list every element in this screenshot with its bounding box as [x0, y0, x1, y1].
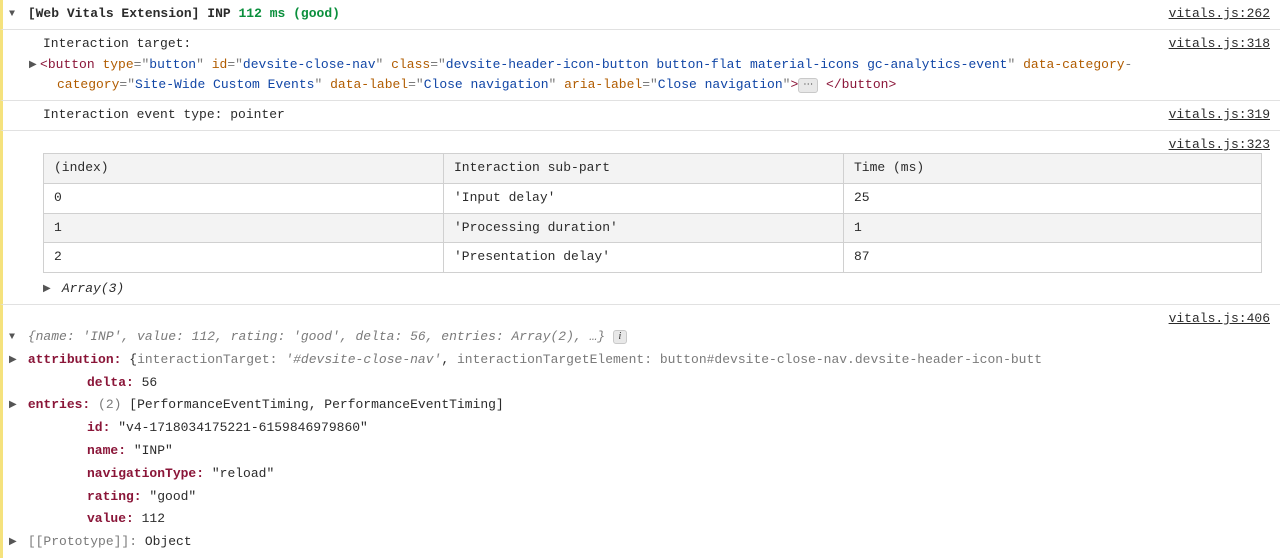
attr-value: Close navigation [658, 77, 783, 92]
cell-index: 1 [44, 213, 444, 243]
source-link[interactable]: vitals.js:323 [1169, 135, 1270, 156]
prop-val: 112 [142, 511, 165, 526]
attr-name: data-label [330, 77, 408, 92]
prop-key: rating: [87, 489, 142, 504]
cell-time: 1 [844, 213, 1262, 243]
prop-val: 56 [142, 375, 158, 390]
prop-key: value: [87, 511, 134, 526]
attr-name: type [102, 57, 133, 72]
attr-name: class [391, 57, 430, 72]
log-line-table: vitals.js:323 (index) Interaction sub-pa… [0, 131, 1280, 305]
table-row: 0 'Input delay' 25 [44, 183, 1262, 213]
ellipsis-badge[interactable]: ⋯ [798, 78, 818, 93]
entries-count: (2) [98, 397, 121, 412]
table-header: (index) [44, 153, 444, 183]
prop-val: "reload" [212, 466, 274, 481]
disclosure-icon[interactable]: ▶ [43, 282, 54, 298]
source-link[interactable]: vitals.js:318 [1169, 34, 1270, 55]
attr-name: category [57, 77, 119, 92]
prop-key: name: [87, 443, 126, 458]
cell-subpart: 'Processing duration' [444, 213, 844, 243]
prop-key: navigationType: [87, 466, 204, 481]
metric-value: 112 ms [238, 6, 285, 21]
attr-value: button [149, 57, 196, 72]
cell-index: 0 [44, 183, 444, 213]
log-line-target: vitals.js:318 Interaction target: ▶<butt… [0, 30, 1280, 101]
prop-key: interactionTargetElement: [457, 352, 652, 367]
attr-value: devsite-close-nav [243, 57, 376, 72]
attr-name: data-category [1023, 57, 1124, 72]
object-summary[interactable]: {name: 'INP', value: 112, rating: 'good'… [28, 329, 605, 344]
brace: { [129, 352, 137, 367]
log-line-object: vitals.js:406 ▼ {name: 'INP', value: 112… [0, 305, 1280, 558]
metric-rating: (good) [293, 6, 340, 21]
interaction-target-label: Interaction target: [9, 34, 1272, 55]
cell-subpart: 'Presentation delay' [444, 243, 844, 273]
breakdown-table: (index) Interaction sub-part Time (ms) 0… [43, 153, 1262, 273]
prop-val: [PerformanceEventTiming, PerformanceEven… [129, 397, 503, 412]
prop-key: attribution: [28, 352, 122, 367]
prop-key: id: [87, 420, 110, 435]
html-close: </button> [818, 77, 896, 92]
attr-value: devsite-header-icon-button button-flat m… [446, 57, 1008, 72]
info-icon[interactable]: i [613, 330, 627, 344]
attr-name: id [212, 57, 228, 72]
prop-key: [[Prototype]]: [28, 534, 137, 549]
html-open: < [40, 57, 48, 72]
table-header: Interaction sub-part [444, 153, 844, 183]
prop-val: button#devsite-close-nav.devsite-header-… [660, 352, 1042, 367]
disclosure-icon[interactable]: ▶ [9, 535, 20, 551]
source-link[interactable]: vitals.js:406 [1169, 309, 1270, 330]
attr-name: aria-label [564, 77, 642, 92]
cell-subpart: 'Input delay' [444, 183, 844, 213]
disclosure-icon[interactable]: ▶ [9, 398, 20, 414]
prop-val: "v4-1718034175221-6159846979860" [118, 420, 368, 435]
prop-key: entries: [28, 397, 90, 412]
prop-val: "INP" [134, 443, 173, 458]
table-header-row: (index) Interaction sub-part Time (ms) [44, 153, 1262, 183]
table-row: 2 'Presentation delay' 87 [44, 243, 1262, 273]
attr-value: Close navigation [424, 77, 549, 92]
table-header: Time (ms) [844, 153, 1262, 183]
prop-val: '#devsite-close-nav' [285, 352, 441, 367]
log-line-event-type: vitals.js:319 Interaction event type: po… [0, 101, 1280, 131]
html-tag: button [48, 57, 95, 72]
disclosure-icon[interactable]: ▶ [29, 58, 40, 74]
event-type-text: Interaction event type: pointer [9, 105, 1272, 126]
cell-index: 2 [44, 243, 444, 273]
disclosure-icon[interactable]: ▼ [9, 7, 20, 23]
prop-key: interactionTarget: [137, 352, 277, 367]
table-row: 1 'Processing duration' 1 [44, 213, 1262, 243]
disclosure-icon[interactable]: ▼ [9, 330, 20, 346]
prop-key: delta: [87, 375, 134, 390]
source-link[interactable]: vitals.js:262 [1169, 4, 1270, 25]
cell-time: 25 [844, 183, 1262, 213]
metric-name: INP [207, 6, 230, 21]
log-line-header: ▼ [Web Vitals Extension] INP 112 ms (goo… [0, 0, 1280, 30]
array-label[interactable]: Array(3) [62, 281, 124, 296]
source-link[interactable]: vitals.js:319 [1169, 105, 1270, 126]
prop-val: Object [145, 534, 192, 549]
disclosure-icon[interactable]: ▶ [9, 353, 20, 369]
cell-time: 87 [844, 243, 1262, 273]
attr-value: Site-Wide Custom Events [135, 77, 314, 92]
extension-prefix: [Web Vitals Extension] [28, 6, 200, 21]
prop-val: "good" [149, 489, 196, 504]
